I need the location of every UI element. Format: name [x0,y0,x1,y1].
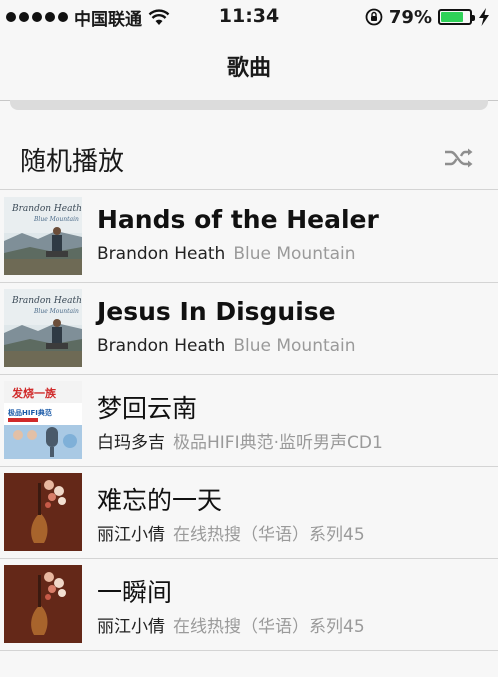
song-row[interactable]: Brandon Heath Blue Mountain Hands of the… [0,191,498,283]
svg-text:Brandon Heath: Brandon Heath [11,204,82,214]
svg-text:发烧一族: 发烧一族 [11,386,57,400]
song-artist: 白玛多吉 [97,433,165,453]
song-title: 一瞬间 [97,578,173,607]
album-art-image [4,565,82,643]
shuffle-icon[interactable] [444,147,474,169]
album-art-image: Brandon Heath Blue Mountain [4,289,82,367]
song-list: Brandon Heath Blue Mountain Hands of the… [0,191,498,651]
album-art-image: 发烧一族 极品HIFI典范 [4,381,82,459]
album-art-image [4,473,82,551]
song-subtitle: Brandon Heath Blue Mountain [97,336,356,356]
svg-text:极品HIFI典范: 极品HIFI典范 [8,408,52,417]
status-bar: 中国联通 11:34 79% [0,0,498,34]
song-artist: 丽江小倩 [97,525,165,545]
album-cover: Brandon Heath Blue Mountain [4,197,82,275]
song-album: 极品HIFI典范·监听男声CD1 [173,433,383,453]
battery-fill [441,12,464,22]
song-title: 难忘的一天 [97,486,223,515]
shuffle-all-row[interactable]: 随机播放 [0,125,498,190]
svg-text:Brandon Heath: Brandon Heath [11,296,82,306]
page-title: 歌曲 [226,56,271,81]
song-artist: Brandon Heath [97,336,226,356]
rotation-lock-icon [365,8,383,26]
shuffle-all-label: 随机播放 [20,147,125,177]
svg-text:Blue Mountain: Blue Mountain [33,308,79,315]
song-subtitle: Brandon Heath Blue Mountain [97,244,356,264]
song-title: Hands of the Healer [97,205,379,234]
song-album: Blue Mountain [233,336,356,356]
song-subtitle: 丽江小倩 在线热搜（华语）系列45 [97,612,365,637]
song-artist: Brandon Heath [97,244,226,264]
song-row[interactable]: 难忘的一天 丽江小倩 在线热搜（华语）系列45 [0,467,498,559]
album-cover: 发烧一族 极品HIFI典范 [4,381,82,459]
battery-icon [438,9,475,25]
song-album: 在线热搜（华语）系列45 [173,617,365,637]
song-title: Jesus In Disguise [97,297,336,326]
song-row[interactable]: 发烧一族 极品HIFI典范 梦回云南 白玛多吉 极品HIFI典范·监听男声CD1 [0,375,498,467]
album-cover: Brandon Heath Blue Mountain [4,289,82,367]
status-right: 79% [365,6,490,28]
song-artist: 丽江小倩 [97,617,165,637]
battery-percent: 79% [388,6,432,28]
song-subtitle: 丽江小倩 在线热搜（华语）系列45 [97,520,365,545]
song-album: 在线热搜（华语）系列45 [173,525,365,545]
song-row[interactable]: Brandon Heath Blue Mountain Jesus In Dis… [0,283,498,375]
song-title: 梦回云南 [97,394,198,423]
album-art-image: Brandon Heath Blue Mountain [4,197,82,275]
album-cover [4,473,82,551]
pulled-down-strip [10,100,488,110]
navigation-bar: 歌曲 [0,34,498,101]
album-cover [4,565,82,643]
song-album: Blue Mountain [233,244,356,264]
song-subtitle: 白玛多吉 极品HIFI典范·监听男声CD1 [97,428,383,453]
song-row[interactable]: 一瞬间 丽江小倩 在线热搜（华语）系列45 [0,559,498,651]
charging-bolt-icon [479,8,489,26]
svg-text:Blue Mountain: Blue Mountain [33,216,79,223]
